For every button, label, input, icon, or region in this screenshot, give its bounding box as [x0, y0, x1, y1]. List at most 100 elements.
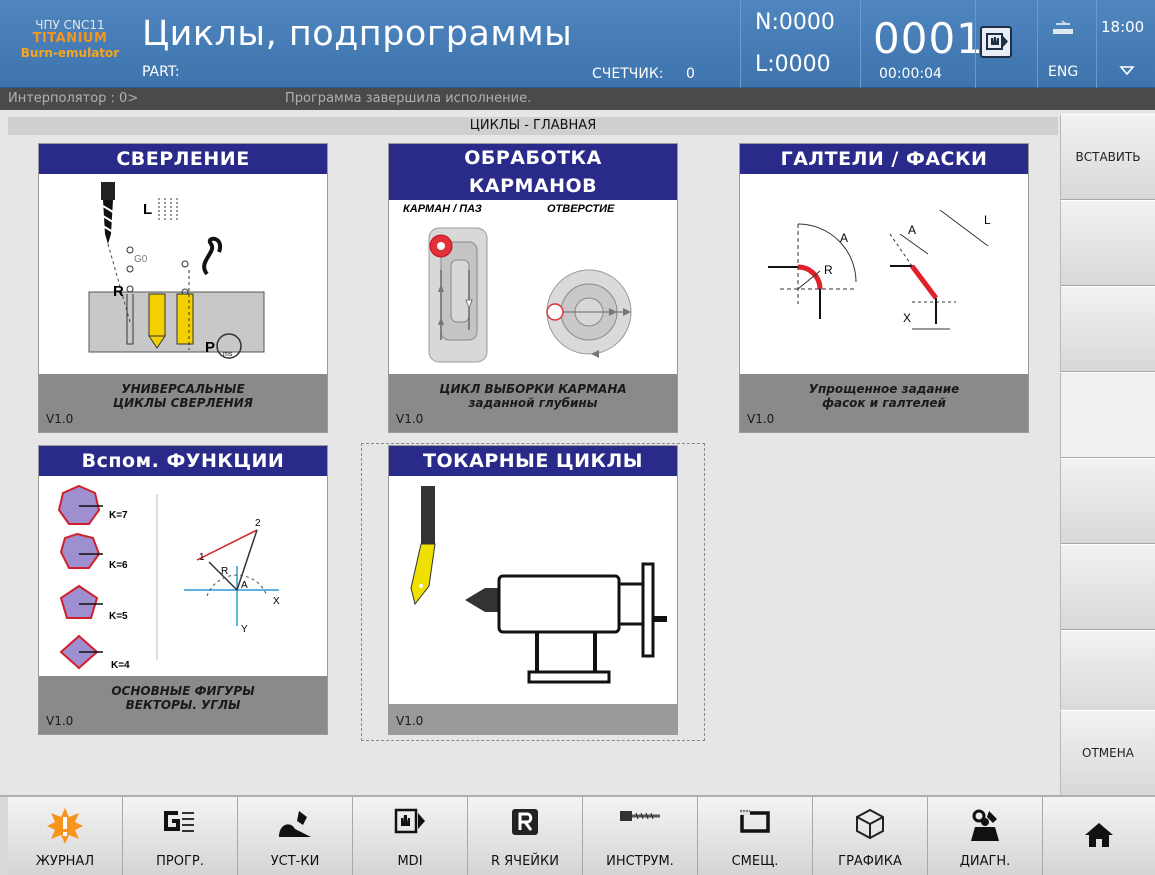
svg-text:ОТВЕРСТИЕ: ОТВЕРСТИЕ: [547, 203, 615, 215]
card-drilling[interactable]: СВЕРЛЕНИЕ L G0 R P ms УНИВЕРСАЛЬНЫЕ ЦИКЛ…: [38, 143, 328, 433]
softkey-4[interactable]: [1060, 372, 1155, 458]
svg-text:G0: G0: [134, 254, 148, 265]
button-label: R ЯЧЕЙКИ: [490, 854, 559, 869]
card-fillets[interactable]: ГАЛТЕЛИ / ФАСКИ A R A L X Упрощенное зад…: [739, 143, 1029, 433]
card-footer: ЦИКЛ ВЫБОРКИ КАРМАНА заданной глубины V1.…: [389, 374, 677, 432]
card-aux-functions[interactable]: Вспом. ФУНКЦИИ K=7 K=6 K=5 K=4 1 2 R A X…: [38, 445, 328, 735]
svg-text:R: R: [221, 566, 228, 577]
card-title: ГАЛТЕЛИ / ФАСКИ: [740, 144, 1028, 174]
offsets-button[interactable]: СМЕЩ.: [698, 797, 813, 875]
button-label: УСТ-КИ: [270, 854, 320, 869]
svg-text:X: X: [903, 311, 911, 325]
svg-text:КАРМАН / ПАЗ: КАРМАН / ПАЗ: [403, 203, 482, 215]
mdi-hand-icon: [980, 26, 1012, 58]
program-g-icon: [164, 811, 194, 832]
card-turning[interactable]: ТОКАРНЫЕ ЦИКЛЫ V1.0: [388, 445, 678, 735]
home-icon: [1085, 823, 1113, 847]
warning-burst-icon: [47, 808, 83, 844]
softkey-7[interactable]: [1060, 630, 1155, 716]
card-footer: УНИВЕРСАЛЬНЫЕ ЦИКЛЫ СВЕРЛЕНИЯ V1.0: [39, 374, 327, 432]
card-footer: Упрощенное задание фасок и галтелей V1.0: [740, 374, 1028, 432]
clock-cell[interactable]: 18:00: [1096, 0, 1155, 88]
bottom-toolbar: ЖУРНАЛ ПРОГР. УСТ-КИ MDI R ЯЧЕЙКИ ИНСТРУ…: [0, 795, 1155, 875]
softkey-6[interactable]: [1060, 544, 1155, 630]
card-version: V1.0: [396, 714, 424, 728]
cnc-screen: ЧПУ CNC11 TITANIUM Burn-emulator Циклы, …: [0, 0, 1155, 875]
softkey-insert[interactable]: ВСТАВИТЬ: [1060, 114, 1155, 200]
softkey-cancel[interactable]: ОТМЕНА: [1060, 710, 1155, 796]
section-title: ЦИКЛЫ - ГЛАВНАЯ: [8, 117, 1058, 135]
nl-readout: N:0000 L:0000: [740, 0, 854, 88]
card-title: ТОКАРНЫЕ ЦИКЛЫ: [389, 446, 677, 476]
card-version: V1.0: [396, 412, 424, 426]
language-selector[interactable]: ENG: [1037, 0, 1093, 88]
clock-time: 18:00: [1101, 18, 1145, 36]
brand-line1: ЧПУ CNC11: [35, 18, 105, 32]
tools-button[interactable]: ИНСТРУМ.: [583, 797, 698, 875]
button-label: ПРОГР.: [156, 854, 204, 869]
softkey-3[interactable]: [1060, 286, 1155, 372]
card-pockets[interactable]: ОБРАБОТКА КАРМАНОВ КАРМАН / ПАЗ ОТВЕРСТИЕ: [388, 143, 678, 433]
fillets-diagram: A R A L X: [740, 174, 1028, 374]
svg-text:L: L: [984, 213, 991, 227]
r-cells-button[interactable]: R ЯЧЕЙКИ: [468, 797, 583, 875]
softkey-5[interactable]: [1060, 458, 1155, 544]
card-footer: V1.0: [389, 704, 677, 734]
svg-text:ms: ms: [223, 351, 233, 358]
brand-logo: ЧПУ CNC11 TITANIUM Burn-emulator: [4, 18, 136, 60]
svg-text:Y: Y: [241, 624, 248, 635]
interpolator-status: Интерполятор : 0>: [8, 91, 139, 106]
language-code: ENG: [1048, 64, 1079, 80]
program-message: Программа завершила исполнение.: [285, 91, 532, 106]
card-description: Упрощенное задание фасок и галтелей: [808, 382, 960, 410]
graphics-button[interactable]: ГРАФИКА: [813, 797, 928, 875]
home-button[interactable]: [1043, 797, 1155, 875]
turning-diagram: [389, 476, 677, 706]
journal-button[interactable]: ЖУРНАЛ: [8, 797, 123, 875]
part-label: PART:: [142, 64, 180, 80]
n-value: N:0000: [755, 10, 835, 35]
card-title: Вспом. ФУНКЦИИ: [39, 446, 327, 476]
counter-value: 0: [685, 66, 695, 82]
mdi-button[interactable]: MDI: [353, 797, 468, 875]
keyboard-icon: [1053, 20, 1073, 34]
brand-line2: TITANIUM: [32, 31, 108, 46]
diagnostics-icon: [971, 809, 999, 841]
pockets-diagram: КАРМАН / ПАЗ ОТВЕРСТИЕ: [389, 200, 677, 374]
cycles-panel: ЦИКЛЫ - ГЛАВНАЯ СВЕРЛЕНИЕ L G0 R P ms УН…: [0, 114, 1060, 794]
card-description: ОСНОВНЫЕ ФИГУРЫ ВЕКТОРЫ. УГЛЫ: [111, 684, 255, 712]
aux-diagram: K=7 K=6 K=5 K=4 1 2 R A X Y: [39, 476, 327, 676]
brand-line3: Burn-emulator: [20, 46, 120, 60]
mode-cell[interactable]: [975, 0, 1035, 88]
settings-tool-icon: [279, 811, 311, 837]
drill-tool-icon: [620, 811, 660, 821]
counter-label: СЧЕТЧИК:: [592, 66, 664, 82]
button-label: ДИАГН.: [959, 854, 1011, 869]
softkey-panel: ВСТАВИТЬ ОТМЕНА: [1060, 114, 1155, 796]
card-version: V1.0: [747, 412, 775, 426]
program-button[interactable]: ПРОГР.: [123, 797, 238, 875]
page-title: Циклы, подпрограммы: [142, 14, 573, 54]
program-time: 00:00:04: [879, 66, 942, 82]
offset-frame-icon: [740, 809, 770, 833]
program-readout: 0001 00:00:04: [860, 0, 983, 88]
svg-text:A: A: [840, 231, 848, 245]
card-title: СВЕРЛЕНИЕ: [39, 144, 327, 174]
settings-button[interactable]: УСТ-КИ: [238, 797, 353, 875]
svg-text:K=4: K=4: [111, 660, 130, 671]
svg-text:A: A: [908, 223, 916, 237]
button-label: СМЕЩ.: [731, 854, 779, 869]
card-description: УНИВЕРСАЛЬНЫЕ ЦИКЛЫ СВЕРЛЕНИЯ: [113, 382, 253, 410]
header-bar: ЧПУ CNC11 TITANIUM Burn-emulator Циклы, …: [0, 0, 1155, 88]
svg-text:K=7: K=7: [109, 510, 128, 521]
chevron-down-icon: [1119, 66, 1135, 76]
diagnostics-button[interactable]: ДИАГН.: [928, 797, 1043, 875]
svg-text:A: A: [241, 580, 248, 591]
r-cells-icon: [512, 809, 538, 835]
softkey-2[interactable]: [1060, 200, 1155, 286]
svg-text:R: R: [824, 263, 833, 277]
mdi-hand-icon: [394, 808, 425, 834]
svg-text:2: 2: [255, 518, 261, 529]
status-bar: Интерполятор : 0> Программа завершила ис…: [0, 88, 1155, 110]
button-label: ИНСТРУМ.: [606, 854, 674, 869]
